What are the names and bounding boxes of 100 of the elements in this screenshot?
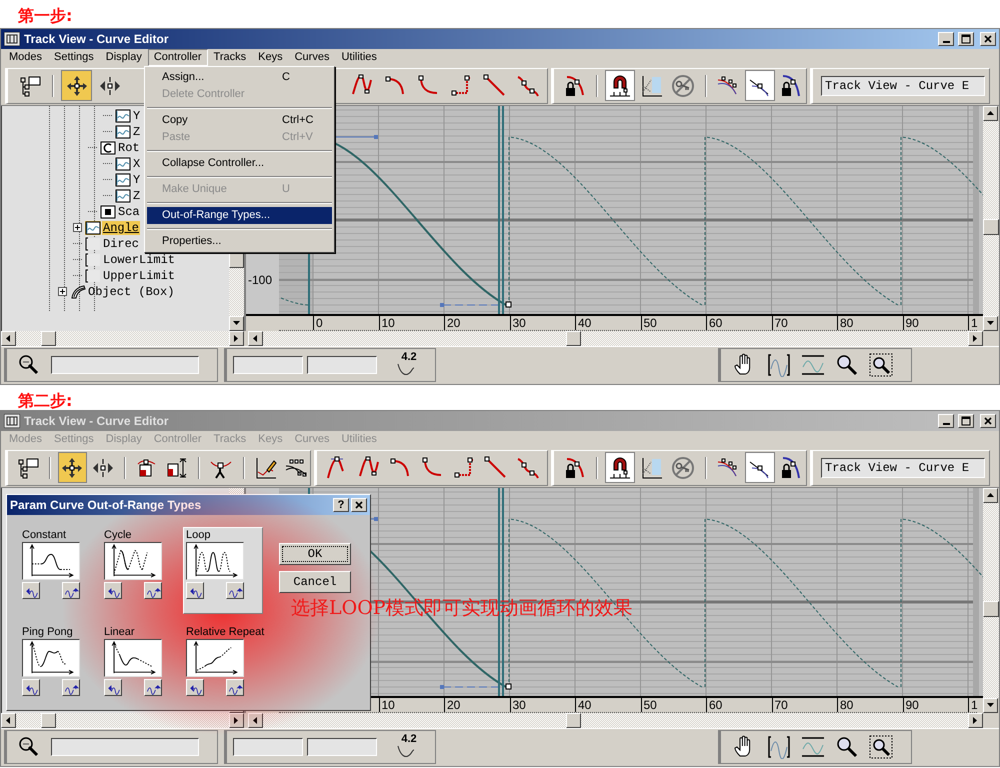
track-label[interactable]: Z: [132, 124, 142, 139]
arrow-out-button[interactable]: [226, 582, 244, 599]
arrow-out-button[interactable]: [62, 582, 80, 599]
track-label[interactable]: Sca: [117, 204, 141, 219]
arrow-in-button[interactable]: [22, 582, 40, 599]
range-type-option[interactable]: Relative Repeat: [183, 624, 263, 710]
scroll-right-button[interactable]: [229, 330, 244, 346]
close-button[interactable]: [980, 32, 996, 46]
scrollbar-thumb[interactable]: [41, 712, 56, 728]
scroll-right-button[interactable]: [968, 330, 983, 346]
menu-item[interactable]: Tracks: [208, 49, 252, 66]
arrow-in-button[interactable]: [186, 582, 204, 599]
menu-option[interactable]: Copy Ctrl+C: [147, 112, 332, 129]
scroll-down-button[interactable]: [229, 316, 244, 331]
object-track-icon: [70, 284, 86, 299]
scroll-up-button[interactable]: [983, 488, 998, 503]
zoom-region-icon: [869, 735, 893, 760]
magnet-button[interactable]: [605, 452, 635, 483]
menu-item[interactable]: Controller: [148, 49, 208, 66]
scroll-down-button[interactable]: [983, 698, 998, 713]
menu-item[interactable]: Curves: [288, 49, 336, 66]
scroll-left-button[interactable]: [248, 712, 263, 728]
track-label[interactable]: Object (Box): [87, 284, 176, 299]
value-curve-button[interactable]: 4.2: [391, 351, 421, 380]
arrow-out-button[interactable]: [144, 678, 162, 696]
menu-option[interactable]: Properties...: [147, 233, 332, 250]
expand-icon[interactable]: [73, 223, 82, 232]
move-arrows-button[interactable]: [58, 452, 86, 483]
track-label[interactable]: X: [132, 156, 142, 171]
arrow-out-button[interactable]: [144, 582, 162, 599]
scroll-left-button[interactable]: [248, 330, 263, 346]
arrow-in-button[interactable]: [22, 678, 40, 696]
filter-field[interactable]: [51, 356, 199, 374]
track-label[interactable]: Y: [132, 108, 142, 123]
minimize-button[interactable]: [938, 32, 954, 46]
arrow-in-button[interactable]: [186, 678, 204, 696]
value-curve-button[interactable]: 4.2: [391, 733, 421, 762]
range-type-option[interactable]: Cycle: [101, 527, 181, 614]
close-button[interactable]: [980, 414, 996, 428]
value-field[interactable]: [307, 738, 377, 756]
menu-item[interactable]: Display: [100, 49, 148, 66]
close-button[interactable]: [351, 498, 367, 512]
arrow-in-button[interactable]: [104, 678, 122, 696]
range-type-option[interactable]: Loop: [183, 527, 263, 614]
track-label[interactable]: Angle: [102, 220, 140, 235]
range-type-option[interactable]: Constant: [19, 527, 99, 614]
menu-item[interactable]: Settings: [48, 49, 100, 66]
menu-item[interactable]: Utilities: [335, 49, 383, 66]
frame-field[interactable]: [233, 738, 303, 756]
scrollbar-thumb[interactable]: [41, 330, 56, 346]
arrow-in-button[interactable]: [104, 582, 122, 599]
menu-option[interactable]: Assign... C: [147, 69, 332, 86]
scrollbar-thumb[interactable]: [983, 600, 999, 617]
scroll-right-button[interactable]: [229, 712, 244, 728]
track-label[interactable]: UpperLimit: [102, 268, 176, 283]
scroll-down-button[interactable]: [983, 316, 998, 331]
expand-icon[interactable]: [58, 287, 67, 296]
menu-item[interactable]: Modes: [3, 49, 48, 66]
frame-label: 60: [706, 316, 722, 330]
frame-field[interactable]: [233, 356, 303, 374]
handles-button[interactable]: [745, 452, 775, 483]
zoom-region-button[interactable]: [867, 733, 895, 762]
scrollbar-thumb[interactable]: [983, 218, 999, 235]
menu-option[interactable]: Out-of-Range Types...: [147, 207, 332, 224]
handles-button[interactable]: [745, 70, 775, 101]
ok-button[interactable]: OK: [279, 543, 351, 565]
zoom-region-button[interactable]: [867, 351, 895, 380]
help-button[interactable]: ?: [333, 498, 349, 512]
scrollbar-thumb[interactable]: [566, 330, 581, 346]
filter-tree-icon: [18, 74, 42, 98]
frame-label: 30: [510, 698, 526, 712]
maximize-button[interactable]: [958, 32, 974, 46]
cancel-button[interactable]: Cancel: [279, 571, 351, 593]
track-label[interactable]: Y: [132, 172, 142, 187]
scroll-up-button[interactable]: [983, 106, 998, 121]
track-name-field[interactable]: Track View - Curve E: [821, 76, 985, 96]
arrow-out-button[interactable]: [226, 678, 244, 696]
minimize-button[interactable]: [938, 414, 954, 428]
track-label[interactable]: Z: [132, 188, 142, 203]
track-name-field[interactable]: Track View - Curve E: [821, 458, 985, 478]
scroll-left-button[interactable]: [1, 330, 16, 346]
scrollbar-thumb[interactable]: [566, 712, 581, 728]
magnet-button[interactable]: [605, 70, 635, 101]
scroll-left-button[interactable]: [1, 712, 16, 728]
track-label[interactable]: Rot: [117, 140, 141, 155]
move-arrows-button[interactable]: [61, 70, 92, 101]
filter-field[interactable]: [51, 738, 199, 756]
maximize-button[interactable]: [958, 414, 974, 428]
range-type-option[interactable]: Ping Pong: [19, 624, 99, 710]
menu-item[interactable]: Keys: [252, 49, 289, 66]
range-type-option[interactable]: Linear: [101, 624, 181, 710]
maximize-icon: [960, 414, 972, 427]
track-label[interactable]: Direc: [102, 236, 140, 251]
scroll-right-button[interactable]: [968, 712, 983, 728]
time-slider-line[interactable]: [498, 106, 504, 314]
track-label[interactable]: LowerLimit: [102, 252, 176, 267]
arrow-out-button[interactable]: [62, 678, 80, 696]
value-field[interactable]: [307, 356, 377, 374]
magnet-icon: [608, 456, 632, 480]
menu-option[interactable]: Collapse Controller...: [147, 155, 332, 172]
